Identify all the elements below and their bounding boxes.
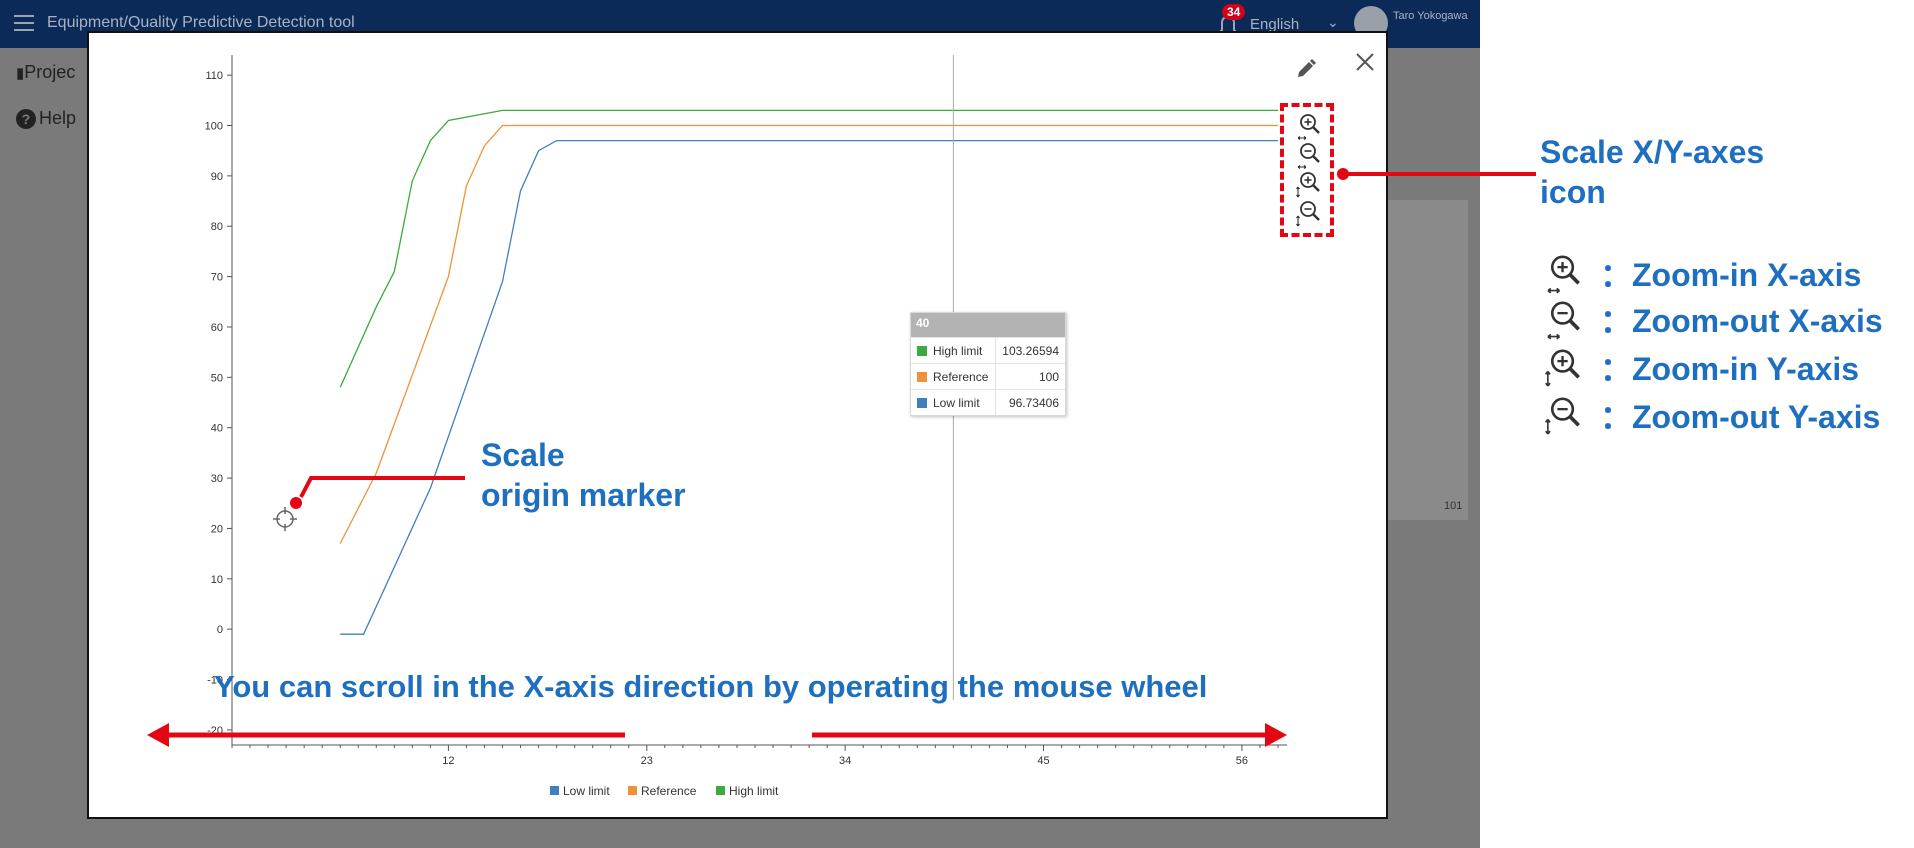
y-tick-label: 30 bbox=[211, 473, 223, 485]
legend-text: ：Zoom-in Y-axis bbox=[1600, 351, 1860, 387]
tooltip-series-value: 96.73406 bbox=[1008, 395, 1059, 410]
axes-icon-annotation: Scale X/Y-axes icon bbox=[1540, 132, 1764, 212]
legend-swatch bbox=[550, 786, 559, 795]
background-chart-panel bbox=[1388, 200, 1468, 520]
y-tick-label: 50 bbox=[211, 372, 223, 384]
tooltip-row: Reference 100 bbox=[911, 363, 1065, 389]
zoom-out-x-icon bbox=[1547, 301, 1580, 340]
sidebar-item-projects[interactable]: ▮Projec bbox=[16, 62, 75, 83]
tooltip-row: Low limit 96.73406 bbox=[911, 389, 1065, 415]
crosshair-icon[interactable] bbox=[273, 507, 297, 531]
handle bbox=[1568, 415, 1580, 427]
y-tick-label: 110 bbox=[205, 70, 223, 82]
legend-label: Reference bbox=[641, 784, 697, 798]
background-tick-label: 101 bbox=[1444, 500, 1463, 512]
legend-swatch bbox=[917, 371, 927, 382]
tooltip-series-name: Reference bbox=[933, 369, 989, 384]
legend-zoom-in-x: ：Zoom-in X-axis bbox=[1542, 250, 1861, 296]
legend-text: ：Zoom-out X-axis bbox=[1600, 303, 1883, 339]
tooltip-series-name: High limit bbox=[933, 343, 983, 358]
series-line-high-limit bbox=[339, 109, 1278, 388]
y-tick-label: 70 bbox=[211, 272, 223, 284]
zoom-icons-highlight-box bbox=[1280, 103, 1334, 237]
close-icon[interactable] bbox=[1352, 49, 1378, 75]
tooltip-series-value: 100 bbox=[1038, 369, 1059, 384]
x-tick-label: 12 bbox=[442, 755, 454, 767]
tooltip-series-value: 103.26594 bbox=[1002, 343, 1059, 358]
app-title: Equipment/Quality Predictive Detection t… bbox=[47, 14, 355, 31]
zoom-glyph bbox=[1547, 255, 1580, 294]
x-tick-label: 34 bbox=[839, 755, 851, 767]
legend-zoom-out-y: ：Zoom-out Y-axis bbox=[1542, 392, 1880, 438]
x-tick-label: 56 bbox=[1236, 755, 1248, 767]
crosshair-lines bbox=[273, 507, 297, 531]
zoom-glyph bbox=[1545, 349, 1580, 387]
legend-zoom-in-y: ：Zoom-in Y-axis bbox=[1542, 344, 1859, 390]
legend-text: ：Zoom-out Y-axis bbox=[1600, 399, 1881, 435]
pencil-icon[interactable] bbox=[1294, 57, 1318, 81]
annotation-line: icon bbox=[1540, 174, 1606, 210]
hamburger-menu-icon[interactable] bbox=[14, 15, 34, 31]
y-tick-label: 20 bbox=[211, 523, 223, 535]
scroll-annotation: You can scroll in the X-axis direction b… bbox=[214, 669, 1208, 704]
annotation-line: Scale bbox=[481, 437, 565, 473]
legend-swatch bbox=[716, 786, 725, 795]
help-icon: ? bbox=[16, 109, 36, 129]
chart-modal: 110 100 90 80 70 60 50 40 30 20 10 0 -10 -20 12 23 34 45 5… bbox=[87, 31, 1388, 819]
sidebar-item-label: Help bbox=[39, 108, 77, 128]
zoom-in-x-icon bbox=[1547, 255, 1580, 294]
chart-tooltip: 40 High limit 103.26594 Reference 100 Lo… bbox=[910, 312, 1066, 416]
sidebar-item-help[interactable]: ? Help bbox=[16, 108, 76, 129]
origin-marker-annotation: Scale origin marker bbox=[481, 435, 686, 515]
zoom-in-y-icon bbox=[1545, 349, 1580, 387]
x-arrow bbox=[1547, 287, 1561, 294]
sidebar-item-label: Projec bbox=[24, 62, 76, 82]
handle bbox=[1568, 367, 1580, 379]
zoom-glyph bbox=[1547, 301, 1580, 340]
handle bbox=[1568, 273, 1580, 285]
y-tick-label: 80 bbox=[211, 221, 223, 233]
legend-swatch bbox=[917, 397, 927, 408]
legend-label: High limit bbox=[729, 784, 779, 798]
y-tick-label: 0 bbox=[217, 624, 223, 636]
zoom-out-y-icon bbox=[1545, 397, 1580, 435]
tooltip-header: 40 bbox=[911, 313, 1065, 337]
y-tick-label: 40 bbox=[211, 423, 223, 435]
tooltip-row: High limit 103.26594 bbox=[911, 337, 1065, 363]
legend-swatch bbox=[917, 345, 927, 356]
handle bbox=[1568, 319, 1580, 331]
zoom-glyph bbox=[1545, 397, 1580, 435]
legend-swatch bbox=[628, 786, 637, 795]
x-tick-label: 45 bbox=[1037, 755, 1049, 767]
user-name: Taro Yokogawa bbox=[1393, 10, 1468, 22]
y-arrow bbox=[1545, 418, 1551, 435]
y-tick-label: 100 bbox=[205, 121, 223, 133]
legend-text: ：Zoom-in X-axis bbox=[1600, 257, 1862, 293]
x-arrow bbox=[1547, 333, 1561, 340]
annotation-line: origin marker bbox=[481, 477, 686, 513]
annotation-line: Scale X/Y-axes bbox=[1540, 134, 1765, 170]
notification-badge: 34 bbox=[1222, 4, 1246, 20]
legend-zoom-out-x: ：Zoom-out X-axis bbox=[1542, 296, 1883, 342]
chevron-down-icon[interactable]: ⌄ bbox=[1327, 14, 1339, 31]
legend-label: Low limit bbox=[563, 784, 610, 798]
y-tick-label: 90 bbox=[211, 171, 223, 183]
x-tick-label: 23 bbox=[641, 755, 653, 767]
y-tick-label: 60 bbox=[211, 322, 223, 334]
series-line-low-limit bbox=[340, 139, 1278, 635]
tooltip-series-name: Low limit bbox=[933, 395, 980, 410]
y-tick-label: 10 bbox=[211, 574, 223, 586]
y-arrow bbox=[1545, 370, 1551, 387]
y-tick-label: -20 bbox=[207, 725, 223, 737]
